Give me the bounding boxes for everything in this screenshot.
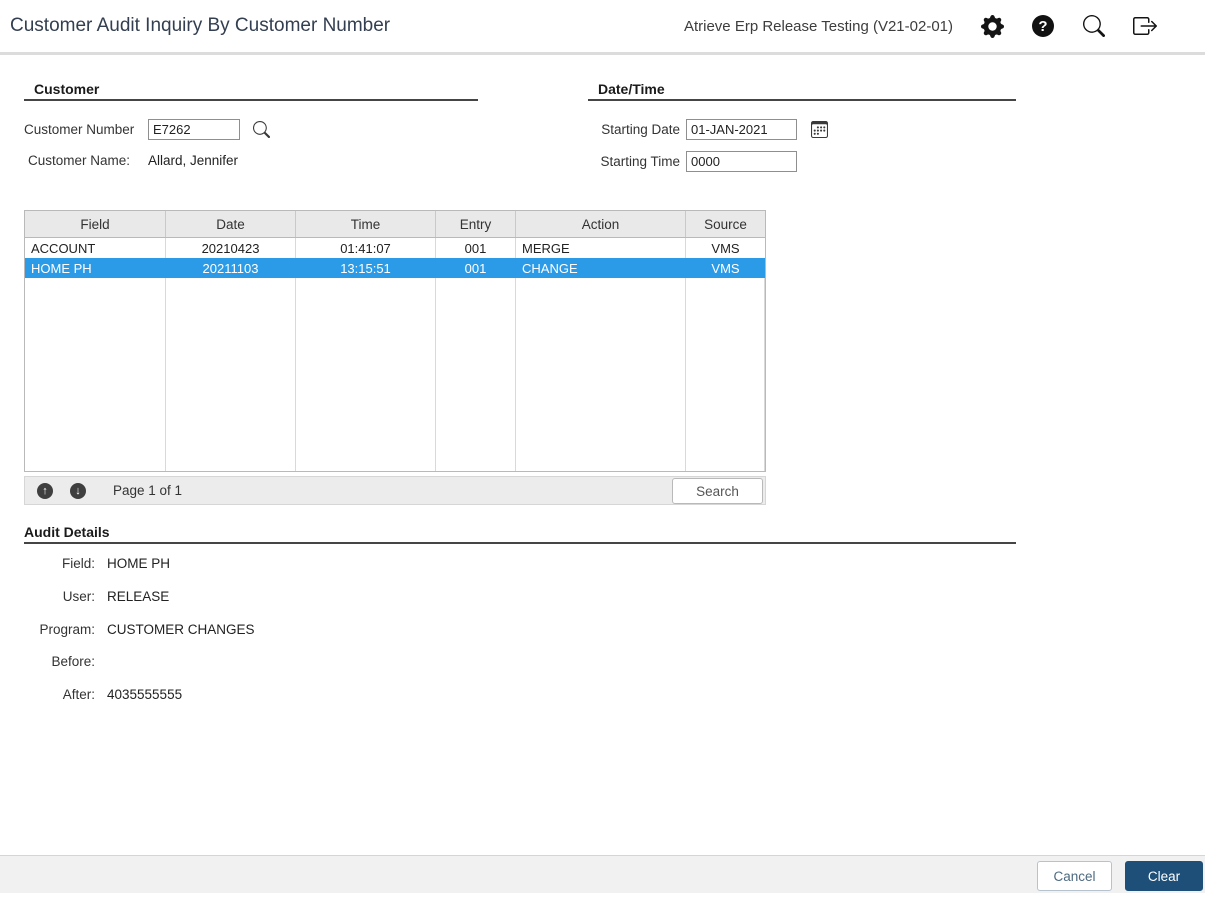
customer-number-label: Customer Number [24,122,134,137]
cell-date: 20211103 [166,258,296,278]
bottom-action-bar: Cancel Clear [0,855,1205,893]
starting-time-label: Starting Time [586,154,680,169]
search-button[interactable]: Search [672,478,763,504]
detail-user-value: RELEASE [107,589,807,604]
audit-results-table: Field Date Time Entry Action Source ACCO… [24,210,766,472]
table-row[interactable]: ACCOUNT 20210423 01:41:07 001 MERGE VMS [25,238,765,258]
starting-date-label: Starting Date [586,122,680,137]
settings-gear-icon[interactable] [980,14,1004,38]
detail-program-label: Program: [24,622,95,637]
detail-after-value: 4035555555 [107,687,807,702]
customer-section-title: Customer [34,81,99,97]
customer-section-rule [24,99,478,101]
page-down-button[interactable]: ↓ [70,483,86,499]
header-bar: Customer Audit Inquiry By Customer Numbe… [0,0,1205,55]
table-footer-bar: ↑ ↓ Page 1 of 1 Search [24,476,766,505]
detail-after-label: After: [24,687,95,702]
column-header-action: Action [516,211,686,237]
detail-field-label: Field: [24,556,95,571]
customer-name-label: Customer Name: [28,153,130,168]
help-icon[interactable]: ? [1031,14,1055,38]
detail-user-label: User: [24,589,95,604]
starting-date-input[interactable] [686,119,797,140]
pagination-label: Page 1 of 1 [113,483,182,498]
page-up-button[interactable]: ↑ [37,483,53,499]
column-header-date: Date [166,211,296,237]
column-header-entry: Entry [436,211,516,237]
cell-entry: 001 [436,258,516,278]
table-header-row: Field Date Time Entry Action Source [25,211,765,238]
page-title: Customer Audit Inquiry By Customer Numbe… [10,15,390,37]
cell-time: 01:41:07 [296,238,436,258]
cell-action: CHANGE [516,258,686,278]
detail-field-value: HOME PH [107,556,807,571]
environment-label: Atrieve Erp Release Testing (V21-02-01) [684,18,953,35]
customer-number-input[interactable] [148,119,240,140]
datetime-section-rule [588,99,1016,101]
help-glyph: ? [1032,15,1054,37]
starting-time-input[interactable] [686,151,797,172]
table-empty-area [25,278,765,471]
table-row-selected[interactable]: HOME PH 20211103 13:15:51 001 CHANGE VMS [25,258,765,278]
customer-lookup-search-icon[interactable] [253,121,270,143]
cell-field: HOME PH [25,258,166,278]
column-header-field: Field [25,211,166,237]
customer-name-value: Allard, Jennifer [148,153,238,168]
column-header-source: Source [686,211,765,237]
clear-button[interactable]: Clear [1125,861,1203,891]
cell-time: 13:15:51 [296,258,436,278]
datetime-section-title: Date/Time [598,81,665,97]
cell-action: MERGE [516,238,686,258]
cancel-button[interactable]: Cancel [1037,861,1112,891]
customer-audit-inquiry-page: Customer Audit Inquiry By Customer Numbe… [0,0,1205,898]
cell-date: 20210423 [166,238,296,258]
audit-details-rule [24,542,1016,544]
audit-details-title: Audit Details [24,524,110,540]
cell-source: VMS [686,238,765,258]
cell-field: ACCOUNT [25,238,166,258]
calendar-icon[interactable] [811,121,828,143]
search-icon[interactable] [1082,14,1106,38]
cell-source: VMS [686,258,765,278]
column-header-time: Time [296,211,436,237]
logout-icon[interactable] [1133,14,1157,38]
detail-program-value: CUSTOMER CHANGES [107,622,807,637]
detail-before-label: Before: [24,654,95,669]
cell-entry: 001 [436,238,516,258]
